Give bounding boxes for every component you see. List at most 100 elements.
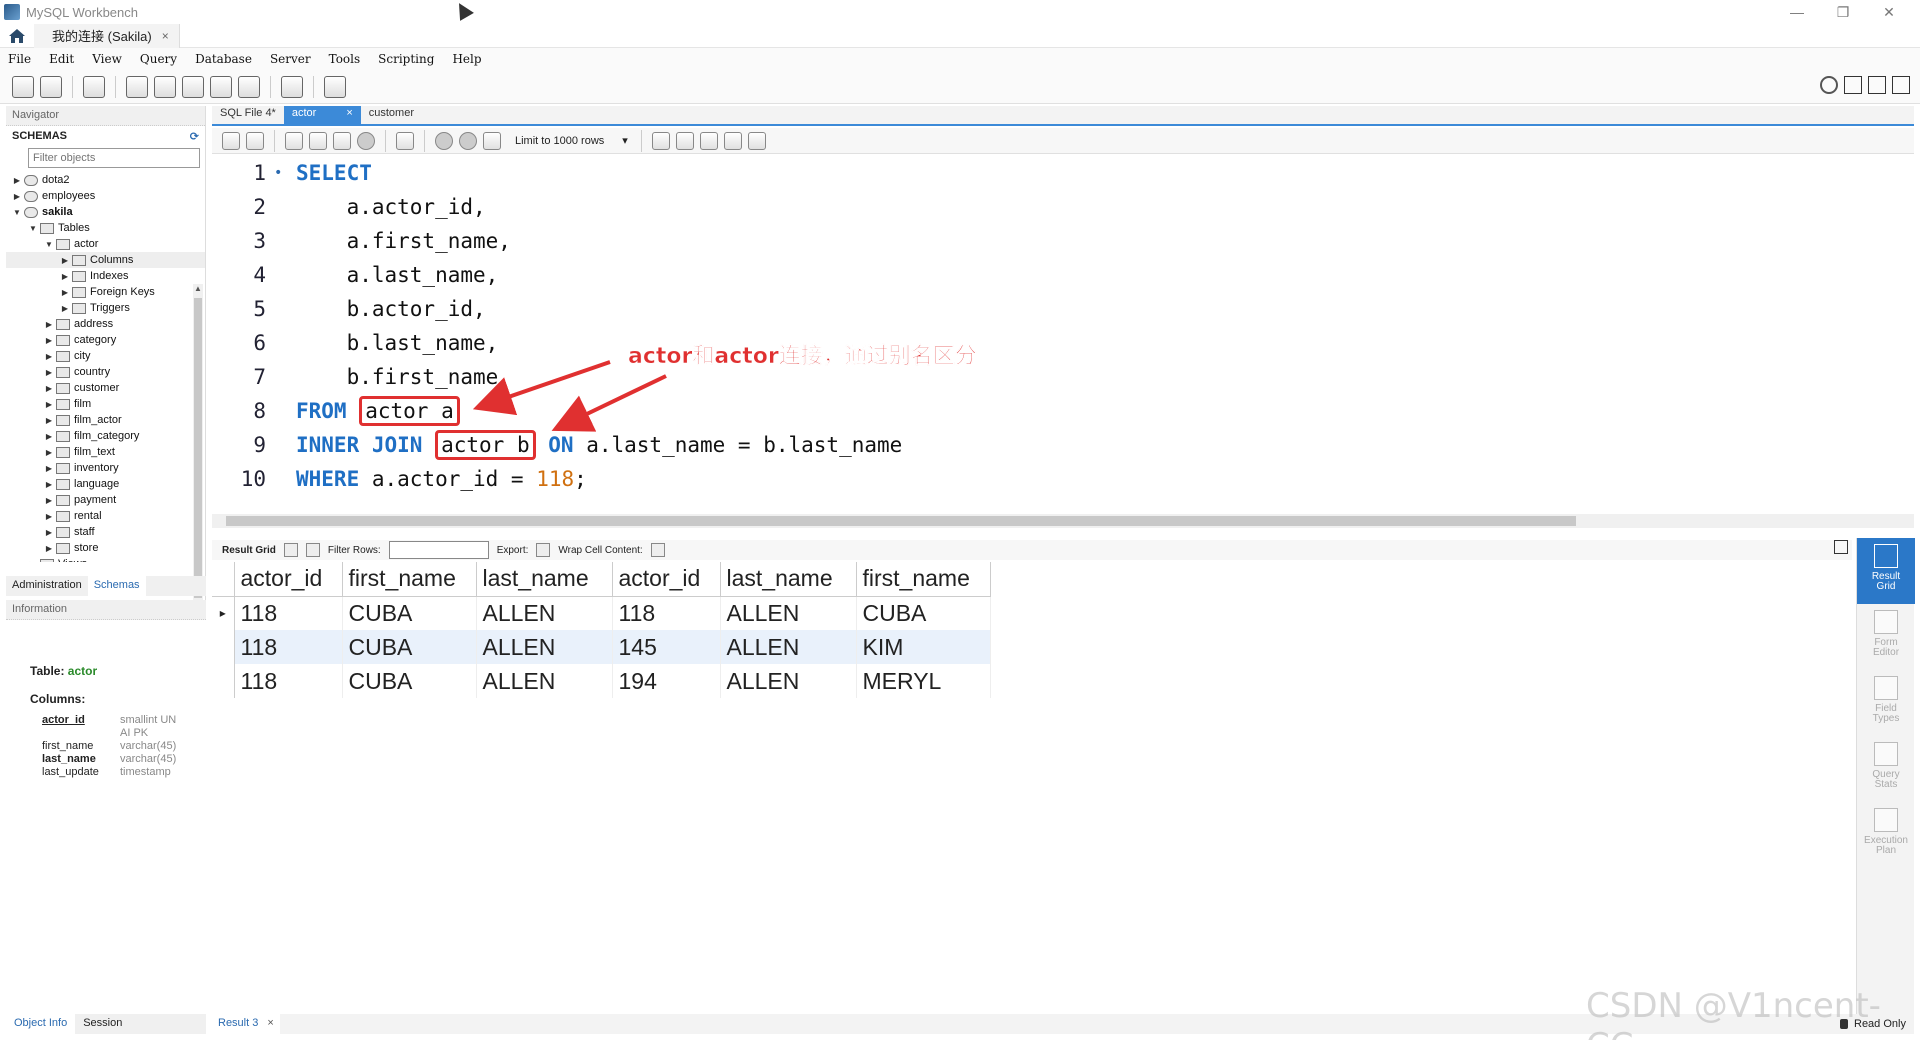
tree-item-rental[interactable]: ▶ rental	[6, 508, 205, 524]
table-row[interactable]: ▸ 118 CUBA ALLEN 118 ALLEN CUBA	[212, 596, 991, 630]
toggle-secondary-sidebar-icon[interactable]	[1892, 76, 1910, 94]
tree-item-payment[interactable]: ▶ payment	[6, 492, 205, 508]
find-magnifier-icon[interactable]	[700, 131, 718, 150]
result-tab-close-icon[interactable]: ×	[267, 1017, 273, 1029]
menu-tools[interactable]: Tools	[329, 52, 361, 66]
table-cell[interactable]: ALLEN	[720, 596, 857, 630]
chevron-right-icon[interactable]: ▶	[60, 256, 70, 265]
tree-item-city[interactable]: ▶ city	[6, 348, 205, 364]
toggle-side-pane-icon[interactable]	[1834, 540, 1848, 554]
table-cell[interactable]: CUBA	[856, 596, 991, 630]
tree-item-film_category[interactable]: ▶ film_category	[6, 428, 205, 444]
chevron-right-icon[interactable]: ▶	[44, 352, 54, 361]
word-wrap-icon[interactable]	[748, 131, 766, 150]
chevron-right-icon[interactable]: ▶	[44, 400, 54, 409]
restore-icon[interactable]: ❐	[1820, 2, 1866, 22]
scroll-up-icon[interactable]: ▲	[193, 284, 203, 293]
chevron-right-icon[interactable]: ▶	[44, 480, 54, 489]
tree-item-columns[interactable]: ▶ Columns	[6, 252, 205, 268]
row-header[interactable]	[212, 630, 235, 664]
tree-item-store[interactable]: ▶ store	[6, 540, 205, 556]
menu-help[interactable]: Help	[452, 52, 481, 66]
table-cell[interactable]: KIM	[856, 630, 991, 664]
table-cell[interactable]: ALLEN	[720, 630, 857, 664]
form-editor-button[interactable]: Form Editor	[1857, 604, 1915, 670]
tree-item-indexes[interactable]: ▶ Indexes	[6, 268, 205, 284]
create-schema-icon[interactable]	[126, 75, 148, 98]
autocommit-icon[interactable]	[483, 131, 501, 150]
tree-item-views[interactable]: ▶ Views	[6, 556, 205, 562]
grid-view-icon[interactable]	[283, 543, 298, 557]
connection-tab-sakila[interactable]: 我的连接 (Sakila) ×	[34, 23, 180, 48]
gear-icon[interactable]	[1820, 76, 1838, 94]
wrap-cell-icon[interactable]	[650, 543, 665, 557]
chevron-right-icon[interactable]: ▶	[60, 288, 70, 297]
tree-item-tables[interactable]: ▼ Tables	[6, 220, 205, 236]
tab-result-3[interactable]: Result 3 ×	[212, 1014, 280, 1034]
export-icon[interactable]	[536, 543, 551, 557]
reconnect-icon[interactable]	[324, 75, 346, 98]
chevron-right-icon[interactable]: ▶	[60, 304, 70, 313]
limit-rows-select[interactable]: Limit to 1000 rows ▾	[515, 134, 631, 148]
chevron-right-icon[interactable]: ▶	[44, 448, 54, 457]
table-cell[interactable]: MERYL	[856, 664, 991, 698]
chevron-right-icon[interactable]: ▶	[60, 272, 70, 281]
column-header[interactable]: first_name	[856, 562, 991, 597]
table-cell[interactable]: 118	[612, 596, 721, 630]
tree-item-employees[interactable]: ▶ employees	[6, 188, 205, 204]
rollback-icon[interactable]	[459, 131, 477, 150]
tree-item-staff[interactable]: ▶ staff	[6, 524, 205, 540]
tree-item-sakila[interactable]: ▼ sakila	[6, 204, 205, 220]
tree-item-film_actor[interactable]: ▶ film_actor	[6, 412, 205, 428]
chevron-right-icon[interactable]: ▶	[28, 560, 38, 563]
create-procedure-icon[interactable]	[210, 75, 232, 98]
navigator-scrollbar-thumb[interactable]	[194, 298, 202, 598]
table-cell[interactable]: CUBA	[342, 596, 477, 630]
tree-item-triggers[interactable]: ▶ Triggers	[6, 300, 205, 316]
save-file-icon[interactable]	[246, 131, 264, 150]
column-header[interactable]: first_name	[342, 562, 477, 597]
tab-schemas[interactable]: Schemas	[87, 576, 146, 596]
execute-lightning-icon[interactable]	[285, 131, 303, 150]
editor-horizontal-scrollbar[interactable]	[212, 514, 1914, 528]
menu-edit[interactable]: Edit	[49, 52, 74, 66]
toggle-sidebar-icon[interactable]	[1844, 76, 1862, 94]
refresh-icon[interactable]	[305, 543, 320, 557]
open-file-icon[interactable]	[222, 131, 240, 150]
table-cell[interactable]: 194	[612, 664, 721, 698]
query-stats-button[interactable]: Query Stats	[1857, 736, 1915, 802]
column-header[interactable]: actor_id	[234, 562, 343, 597]
tree-item-country[interactable]: ▶ country	[6, 364, 205, 380]
tree-item-dota2[interactable]: ▶ dota2	[6, 172, 205, 188]
menu-database[interactable]: Database	[195, 52, 252, 66]
chevron-right-icon[interactable]: ▶	[12, 192, 22, 201]
sql-code-editor[interactable]: 1 • SELECT 2 a.actor_id, 3 a.first_name,…	[212, 156, 1914, 512]
menu-file[interactable]: File	[8, 52, 31, 66]
toggle-error-continue-icon[interactable]	[396, 131, 414, 150]
table-cell[interactable]: 118	[234, 664, 343, 698]
chevron-right-icon[interactable]: ▶	[44, 512, 54, 521]
field-types-button[interactable]: Field Types	[1857, 670, 1915, 736]
table-cell[interactable]: ALLEN	[720, 664, 857, 698]
search-table-data-icon[interactable]	[281, 75, 303, 98]
tree-item-film_text[interactable]: ▶ film_text	[6, 444, 205, 460]
refresh-schemas-icon[interactable]: ⟳	[190, 130, 199, 143]
chevron-down-icon[interactable]: ▼	[44, 240, 54, 249]
menu-scripting[interactable]: Scripting	[378, 52, 434, 66]
tree-item-category[interactable]: ▶ category	[6, 332, 205, 348]
chevron-right-icon[interactable]: ▶	[44, 416, 54, 425]
create-table-icon[interactable]	[154, 75, 176, 98]
execution-plan-button[interactable]: Execution Plan	[1857, 802, 1915, 868]
tree-item-address[interactable]: ▶ address	[6, 316, 205, 332]
table-cell[interactable]: ALLEN	[476, 664, 613, 698]
editor-tab-close-icon[interactable]: ×	[346, 107, 352, 123]
tab-administration[interactable]: Administration	[6, 576, 88, 596]
column-header[interactable]: actor_id	[612, 562, 721, 597]
column-header[interactable]: last_name	[476, 562, 613, 597]
filter-rows-input[interactable]	[388, 541, 489, 559]
row-header[interactable]	[212, 664, 235, 698]
stop-icon[interactable]	[357, 131, 375, 150]
beautify-brush-icon[interactable]	[676, 131, 694, 150]
chevron-right-icon[interactable]: ▶	[44, 384, 54, 393]
open-sql-script-icon[interactable]	[40, 75, 62, 98]
